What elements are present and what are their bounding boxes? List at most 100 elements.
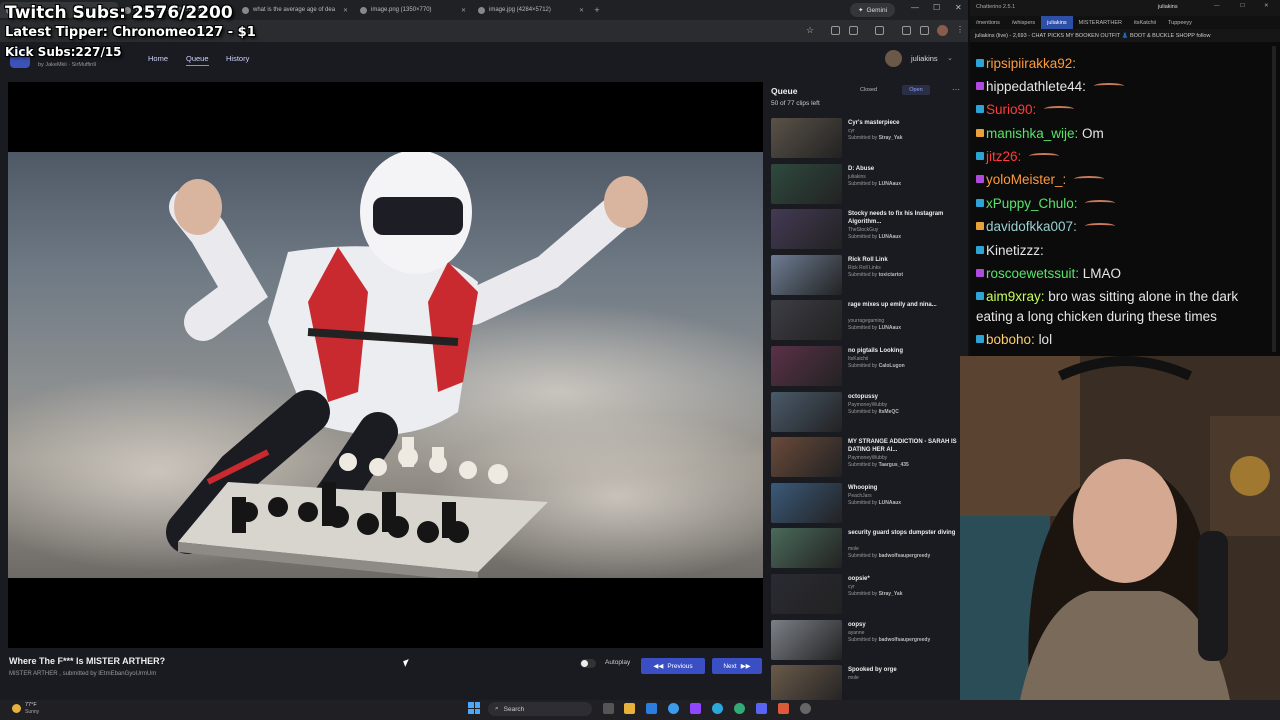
minimize-icon[interactable]: — (911, 3, 919, 12)
next-button[interactable]: Next ▶▶ (712, 658, 762, 674)
chat-username[interactable]: hippedathlete44: (986, 79, 1090, 94)
queue-item[interactable]: oopsy ayanne Submitted by badwolfsaupergre… (771, 619, 961, 664)
star-icon[interactable]: ☆ (806, 25, 814, 36)
clip-thumbnail[interactable] (771, 346, 842, 386)
queue-item[interactable]: Whooping PeachJars Submitted by LUNAaux (771, 482, 961, 527)
queue-item[interactable]: octopussy PaymoneyWubby Submitted by ItsMe… (771, 391, 961, 436)
chat-username[interactable]: manishka_wije: (986, 126, 1082, 141)
queue-item[interactable]: no pigtails Looking ItsKatchii Submitted b… (771, 346, 961, 390)
store-icon[interactable] (646, 703, 657, 714)
queue-closed-button[interactable]: Closed (860, 87, 877, 93)
app-icon[interactable] (668, 703, 679, 714)
video-player[interactable] (8, 82, 763, 648)
browser-tab[interactable]: image.jpg (4284×5712) ✕ (472, 2, 590, 18)
queue-item[interactable]: D: Abuse juliakins Submitted by LUNAaux (771, 163, 961, 208)
twitch-icon[interactable] (690, 703, 701, 714)
chat-account-name[interactable]: juliakins (1158, 4, 1178, 10)
maximize-icon[interactable]: ☐ (1240, 3, 1245, 9)
clip-thumbnail[interactable] (771, 209, 842, 250)
chevron-down-icon[interactable]: ⌄ (947, 54, 953, 62)
queue-title: Queue (771, 86, 798, 96)
avatar[interactable] (885, 50, 902, 67)
chat-username[interactable]: Surio90: (986, 102, 1040, 117)
tab-favicon-icon (360, 6, 367, 14)
chat-tab[interactable]: Tuppeeyy (1162, 16, 1198, 29)
clip-submitter: Submitted by ItsMeQC (848, 408, 899, 415)
queue-item[interactable]: MY STRANGE ADDICTION - SARAH IS DATING H… (771, 437, 961, 481)
chat-tab[interactable]: /whispers (1006, 16, 1041, 29)
new-tab-icon[interactable]: + (590, 5, 604, 15)
file-explorer-icon[interactable] (624, 703, 635, 714)
app-icon[interactable] (778, 703, 789, 714)
clip-thumbnail[interactable] (771, 118, 842, 158)
clip-thumbnail[interactable] (771, 528, 842, 569)
nav-queue[interactable]: Queue (186, 54, 209, 66)
chat-app-title: Chatterino 2.5.1 (976, 4, 1016, 10)
chat-username[interactable]: yoloMeister_: (986, 172, 1070, 187)
queue-open-button[interactable]: Open (902, 85, 930, 95)
chat-scrollbar[interactable] (1272, 46, 1276, 352)
menu-icon[interactable]: ⋮ (956, 25, 964, 34)
close-tab-icon[interactable]: ✕ (579, 7, 584, 14)
extension-icon[interactable] (875, 26, 884, 35)
clip-thumbnail[interactable] (771, 163, 842, 204)
clip-title: oopsy (848, 621, 866, 628)
close-tab-icon[interactable]: ✕ (461, 7, 466, 14)
queue-item[interactable]: Cyr's masterpiece cyr Submitted by Stray_Y… (771, 118, 961, 162)
queue-item[interactable]: security guard stops dumpster diving mole… (771, 528, 961, 572)
queue-item[interactable]: oopsie* cyr Submitted by Stray_Yak (771, 574, 961, 618)
taskbar-search[interactable]: ⌕ Search (488, 702, 592, 716)
clip-title: oopsie* (848, 576, 870, 582)
chat-tab[interactable]: itsKatchii (1128, 16, 1162, 29)
extension-icon[interactable] (831, 26, 840, 35)
nav-home[interactable]: Home (148, 54, 168, 63)
minimize-icon[interactable]: — (1214, 3, 1220, 9)
weather-temp[interactable]: 77°F (25, 702, 37, 708)
maximize-icon[interactable]: ☐ (933, 3, 940, 12)
download-icon[interactable] (902, 26, 911, 35)
windows-start-icon[interactable] (468, 702, 480, 714)
chat-username[interactable]: boboho: (986, 332, 1039, 347)
task-view-icon[interactable] (603, 703, 614, 714)
chat-tab[interactable]: MISTERARTHER (1073, 16, 1128, 29)
nav-history[interactable]: History (226, 54, 249, 63)
browser-tab[interactable]: image.png (1350×770) ✕ (354, 2, 472, 18)
chat-username[interactable]: Kinetizzz: (986, 243, 1044, 258)
close-tab-icon[interactable]: ✕ (343, 7, 348, 14)
user-name[interactable]: juliakins (911, 54, 938, 63)
gemini-button[interactable]: ✦ Gemini (850, 3, 896, 17)
more-options-icon[interactable]: ⋯ (952, 85, 960, 94)
chat-username[interactable]: roscoewetssuit: (986, 266, 1083, 281)
discord-icon[interactable] (756, 703, 767, 714)
chrome-icon[interactable] (734, 703, 745, 714)
queue-item[interactable]: rage mixes up emily and nina... yourrageg… (771, 300, 961, 344)
profile-avatar[interactable] (937, 25, 948, 36)
window-close-icon[interactable]: ✕ (955, 3, 962, 12)
clip-thumbnail[interactable] (771, 437, 842, 478)
chat-username[interactable]: xPuppy_Chulo: (986, 196, 1081, 211)
clip-title: Spooked by orge (848, 667, 897, 674)
chat-username[interactable]: aim9xray: (986, 289, 1048, 304)
chat-tab[interactable]: /mentions (970, 16, 1006, 29)
edge-icon[interactable] (712, 703, 723, 714)
queue-item[interactable]: Rick Roll Link Rick Roll Links Submitted b… (771, 254, 961, 299)
chat-message: boboho: lol (976, 332, 1052, 347)
clip-thumbnail[interactable] (771, 300, 842, 341)
obs-icon[interactable] (800, 703, 811, 714)
previous-button[interactable]: ◀◀ Previous (641, 658, 705, 674)
chat-tab[interactable]: juliakins (1041, 16, 1073, 29)
queue-item[interactable]: Stocky needs to fix his Instagram Algori… (771, 209, 961, 253)
clip-thumbnail[interactable] (771, 482, 842, 523)
clip-thumbnail[interactable] (771, 574, 842, 614)
chat-username[interactable]: ripsipiirakka92: (986, 56, 1076, 71)
clip-thumbnail[interactable] (771, 619, 842, 660)
extension-icon[interactable] (849, 26, 858, 35)
chat-username[interactable]: davidofkka007: (986, 219, 1081, 234)
browser-tab[interactable]: what is the average age of dea ✕ (236, 2, 354, 18)
clip-thumbnail[interactable] (771, 391, 842, 432)
chat-badge-icon (976, 246, 984, 254)
chat-username[interactable]: jitz26: (986, 149, 1025, 164)
window-close-icon[interactable]: ✕ (1264, 3, 1269, 9)
clip-thumbnail[interactable] (771, 254, 842, 295)
extension-icon[interactable] (920, 26, 929, 35)
